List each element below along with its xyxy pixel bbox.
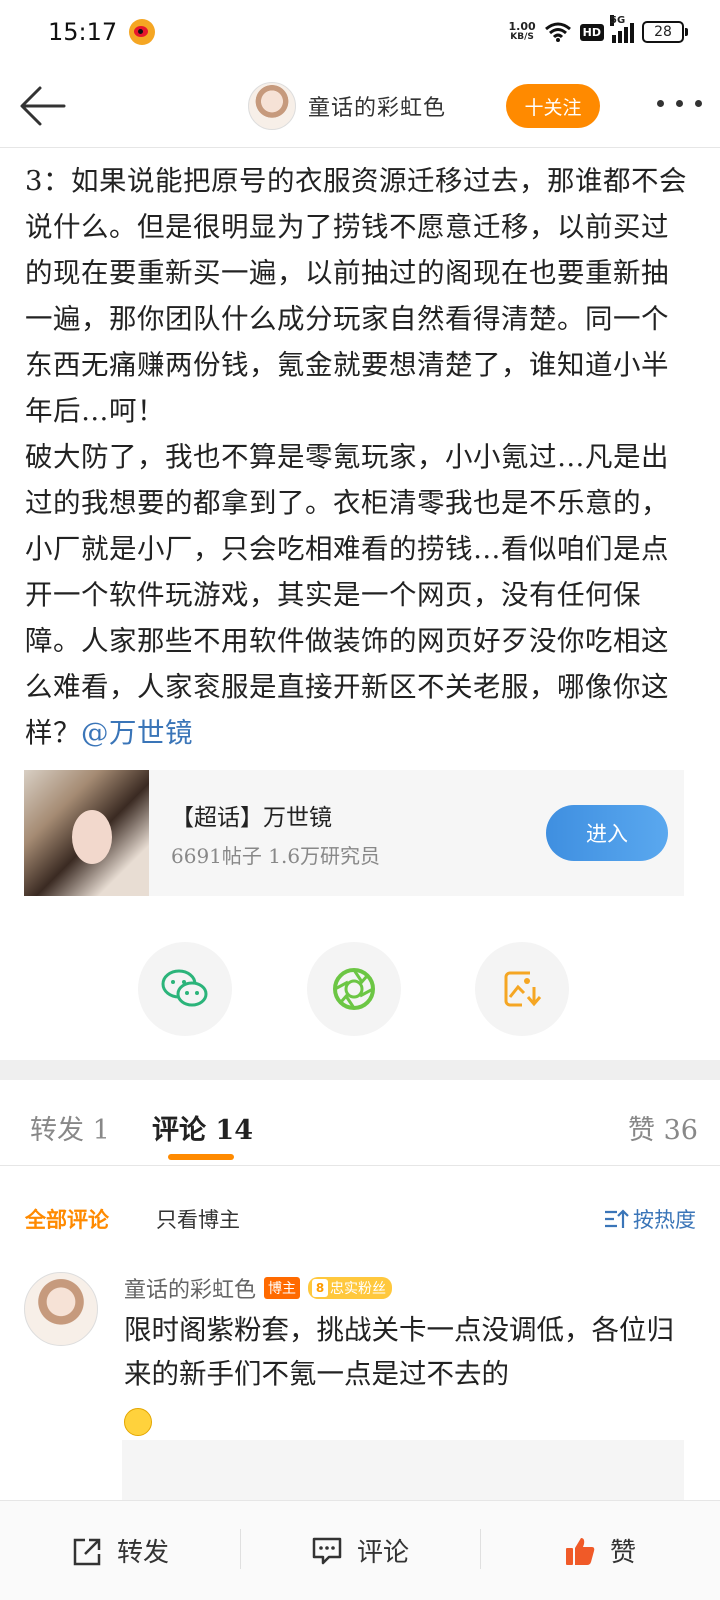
- battery-icon: 28: [642, 21, 688, 43]
- post-tabs: 转发 1 评论 14 赞 36: [0, 1080, 720, 1166]
- network-speed: 1.00 KB/S: [509, 21, 536, 43]
- repost-label: 转发: [116, 1538, 169, 1568]
- nav-username[interactable]: 童话的彩虹色: [308, 90, 446, 122]
- nav-bar: 童话的彩虹色 十关注: [0, 64, 720, 148]
- super-topic-info: 【超话】万世镜 6691帖子 1.6万研究员: [171, 798, 380, 869]
- sort-icon: [605, 1209, 629, 1228]
- hd-badge: HD: [579, 23, 604, 41]
- avatar[interactable]: [248, 82, 296, 130]
- wifi-icon: [544, 22, 571, 42]
- comment-user-row: 童话的彩虹色 博主 8 忠实粉丝: [124, 1272, 393, 1304]
- fan-level: 8: [312, 1279, 329, 1297]
- comment-username[interactable]: 童话的彩虹色: [124, 1272, 256, 1304]
- filter-op-only[interactable]: 只看博主: [156, 1204, 240, 1234]
- sort-by-hot[interactable]: 按热度: [603, 1204, 696, 1234]
- comment-filter-row: 全部评论 只看博主 按热度: [0, 1200, 720, 1240]
- save-image-icon: [504, 971, 542, 1007]
- wechat-icon: [161, 969, 208, 1007]
- save-image-button[interactable]: [475, 942, 569, 1036]
- repost-button[interactable]: 转发: [0, 1501, 240, 1600]
- tab-comments-label: 评论: [152, 1115, 206, 1146]
- like-label: 赞: [609, 1538, 636, 1568]
- network-speed-value: 1.00: [508, 20, 536, 33]
- repost-icon: [73, 1538, 101, 1565]
- nav-user[interactable]: 童话的彩虹色: [248, 82, 446, 130]
- fan-badge[interactable]: 8 忠实粉丝: [308, 1277, 393, 1299]
- tab-active-indicator: [168, 1154, 234, 1160]
- weibo-notification-icon: [129, 19, 156, 45]
- filter-all-comments[interactable]: 全部评论: [25, 1204, 109, 1234]
- smile-emoji-icon: [124, 1407, 152, 1436]
- share-moments-button[interactable]: [307, 942, 401, 1036]
- comment-icon: [312, 1537, 342, 1564]
- network-speed-unit: KB/S: [510, 32, 534, 42]
- status-time: 15:17: [48, 18, 118, 46]
- moments-icon: [333, 968, 375, 1010]
- more-options-icon[interactable]: [657, 100, 702, 107]
- share-wechat-button[interactable]: [138, 942, 232, 1036]
- back-arrow-icon[interactable]: [18, 84, 68, 128]
- comment-avatar[interactable]: [24, 1272, 98, 1346]
- comment-replies-preview[interactable]: [122, 1440, 684, 1500]
- share-row: [0, 942, 720, 1038]
- follow-button[interactable]: 十关注: [506, 84, 600, 128]
- thumbs-up-icon: [565, 1537, 595, 1565]
- fan-badge-label: 忠实粉丝: [330, 1281, 387, 1297]
- blogger-badge: 博主: [264, 1277, 301, 1299]
- network-type: 5G: [610, 15, 626, 26]
- sort-label: 按热度: [633, 1208, 696, 1232]
- tab-comments-count: 14: [215, 1115, 253, 1146]
- super-topic-cover-image[interactable]: [24, 770, 149, 896]
- like-button[interactable]: 赞: [480, 1501, 720, 1600]
- status-bar: 15:17 1.00 KB/S HD 5G 28: [0, 0, 720, 64]
- tab-comments[interactable]: 评论 14: [152, 1108, 253, 1147]
- tab-repost[interactable]: 转发 1: [30, 1108, 110, 1147]
- signal-icon: 5G: [610, 15, 634, 43]
- enter-button[interactable]: 进入: [546, 805, 668, 861]
- comment-body: 限时阁紫粉套，挑战关卡一点没调低，各位归来的新手们不氪一点是过不去的: [124, 1314, 674, 1390]
- post-text: 3：如果说能把原号的衣服资源迁移过去，那谁都不会说什么。但是很明显为了捞钱不愿意…: [25, 165, 687, 749]
- super-topic-title: 【超话】万世镜: [171, 804, 332, 831]
- post-body: 3：如果说能把原号的衣服资源迁移过去，那谁都不会说什么。但是很明显为了捞钱不愿意…: [25, 158, 690, 756]
- super-topic-stats: 6691帖子 1.6万研究员: [171, 843, 381, 868]
- mention-link[interactable]: @万世镜: [81, 717, 193, 749]
- bottom-action-bar: 转发 评论 赞: [0, 1500, 720, 1600]
- super-topic-card[interactable]: 【超话】万世镜 6691帖子 1.6万研究员 进入: [24, 770, 684, 896]
- comment-text: 限时阁紫粉套，挑战关卡一点没调低，各位归来的新手们不氪一点是过不去的: [124, 1308, 684, 1440]
- comment-label: 评论: [356, 1538, 409, 1568]
- status-indicators: 1.00 KB/S HD 5G 28: [509, 15, 688, 43]
- tab-likes[interactable]: 赞 36: [628, 1108, 698, 1147]
- section-divider: [0, 1060, 720, 1080]
- comment-button[interactable]: 评论: [240, 1501, 480, 1600]
